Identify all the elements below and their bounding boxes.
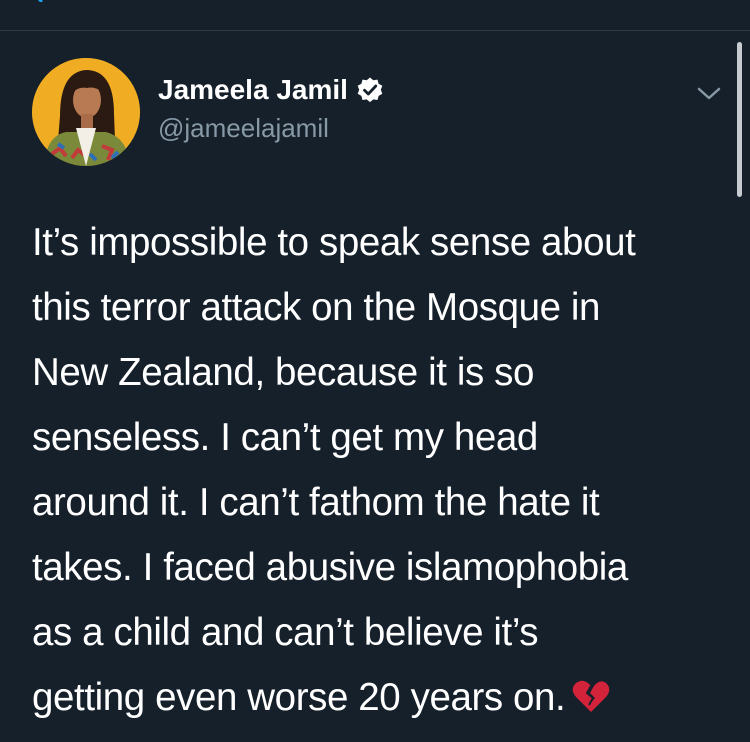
author-handle[interactable]: @jameelajamil xyxy=(158,113,329,144)
header-title-fragment xyxy=(374,0,414,4)
tweet-text-line: around it. I can’t fathom the hate it xyxy=(32,481,600,524)
chevron-down-icon xyxy=(697,87,721,100)
author-name-row: Jameela Jamil xyxy=(158,72,384,108)
top-navigation-bar xyxy=(0,0,750,31)
tweet-text-line: this terror attack on the Mosque in xyxy=(32,286,601,329)
chevron-left-icon[interactable] xyxy=(28,0,44,2)
scrollbar-thumb[interactable] xyxy=(737,42,742,197)
tweet-text-line: as a child and can’t believe it’s xyxy=(32,611,539,654)
tweet-menu-button[interactable] xyxy=(692,80,726,108)
tweet-text-line: New Zealand, because it is so xyxy=(32,351,535,394)
profile-photo xyxy=(32,58,140,166)
tweet-text-line: takes. I faced abusive islamophobia xyxy=(32,546,628,589)
verified-badge-icon xyxy=(357,77,383,103)
tweet-text: It’s impossible to speak sense about thi… xyxy=(32,210,722,730)
avatar[interactable] xyxy=(32,58,140,166)
broken-heart-icon xyxy=(573,680,610,712)
tweet-text-line: senseless. I can’t get my head xyxy=(32,416,538,459)
tweet-text-line-last: getting even worse 20 years on. xyxy=(32,665,722,730)
display-name[interactable]: Jameela Jamil xyxy=(158,74,348,106)
tweet-text-line-content: getting even worse 20 years on. xyxy=(32,676,566,719)
tweet-text-line: It’s impossible to speak sense about xyxy=(32,221,636,264)
